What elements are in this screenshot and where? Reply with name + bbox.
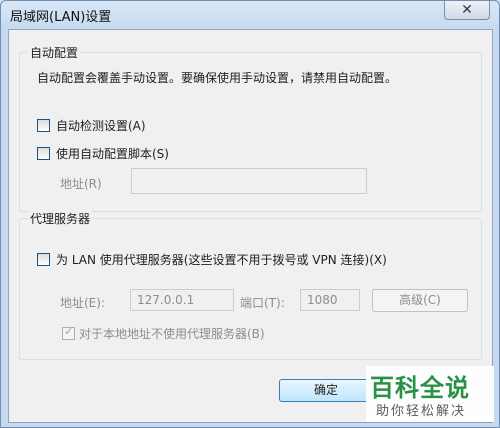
- bypass-local-label[interactable]: 对于本地地址不使用代理服务器(B): [79, 325, 265, 342]
- auto-detect-checkbox[interactable]: [37, 119, 50, 132]
- close-icon: ✕: [461, 2, 473, 18]
- dialog-body: 自动配置 自动配置会覆盖手动设置。要确保使用手动设置，请禁用自动配置。 自动检测…: [8, 29, 493, 423]
- advanced-button[interactable]: 高级(C): [372, 289, 468, 312]
- dialog-title: 局域网(LAN)设置: [10, 10, 112, 25]
- watermark-logo: 百科全说 助你轻松解决: [366, 366, 494, 422]
- advanced-button-label: 高级(C): [399, 293, 441, 307]
- ok-button-label: 确定: [313, 383, 338, 397]
- auto-config-script-checkbox[interactable]: [37, 147, 50, 160]
- close-button[interactable]: ✕: [444, 1, 490, 20]
- proxy-port-value: 1080: [307, 293, 338, 307]
- use-proxy-checkbox[interactable]: [37, 253, 50, 266]
- watermark-sub-text: 助你轻松解决: [376, 404, 467, 419]
- lan-settings-dialog: 局域网(LAN)设置 ✕ 自动配置 自动配置会覆盖手动设置。要确保使用手动设置，…: [0, 0, 500, 428]
- proxy-group-label: 代理服务器: [28, 210, 93, 227]
- check-icon: ✓: [64, 325, 74, 338]
- proxy-port-label: 端口(T):: [240, 296, 285, 310]
- watermark-main-text: 百科全说: [370, 374, 470, 402]
- script-address-label: 地址(R): [60, 177, 102, 191]
- proxy-address-label: 地址(E):: [60, 296, 105, 310]
- script-address-input[interactable]: [131, 168, 367, 194]
- title-bar: 局域网(LAN)设置 ✕: [1, 1, 499, 29]
- auto-config-script-label[interactable]: 使用自动配置脚本(S): [56, 145, 169, 162]
- auto-detect-label[interactable]: 自动检测设置(A): [56, 117, 146, 134]
- proxy-port-input[interactable]: 1080: [300, 289, 360, 311]
- auto-config-description: 自动配置会覆盖手动设置。要确保使用手动设置，请禁用自动配置。: [37, 71, 398, 85]
- proxy-address-input[interactable]: 127.0.0.1: [130, 289, 234, 311]
- ok-button[interactable]: 确定: [279, 379, 373, 402]
- auto-config-group-label: 自动配置: [28, 44, 81, 61]
- use-proxy-label[interactable]: 为 LAN 使用代理服务器(这些设置不用于拨号或 VPN 连接)(X): [56, 251, 387, 268]
- bypass-local-checkbox[interactable]: ✓: [62, 325, 75, 340]
- proxy-address-value: 127.0.0.1: [137, 293, 195, 307]
